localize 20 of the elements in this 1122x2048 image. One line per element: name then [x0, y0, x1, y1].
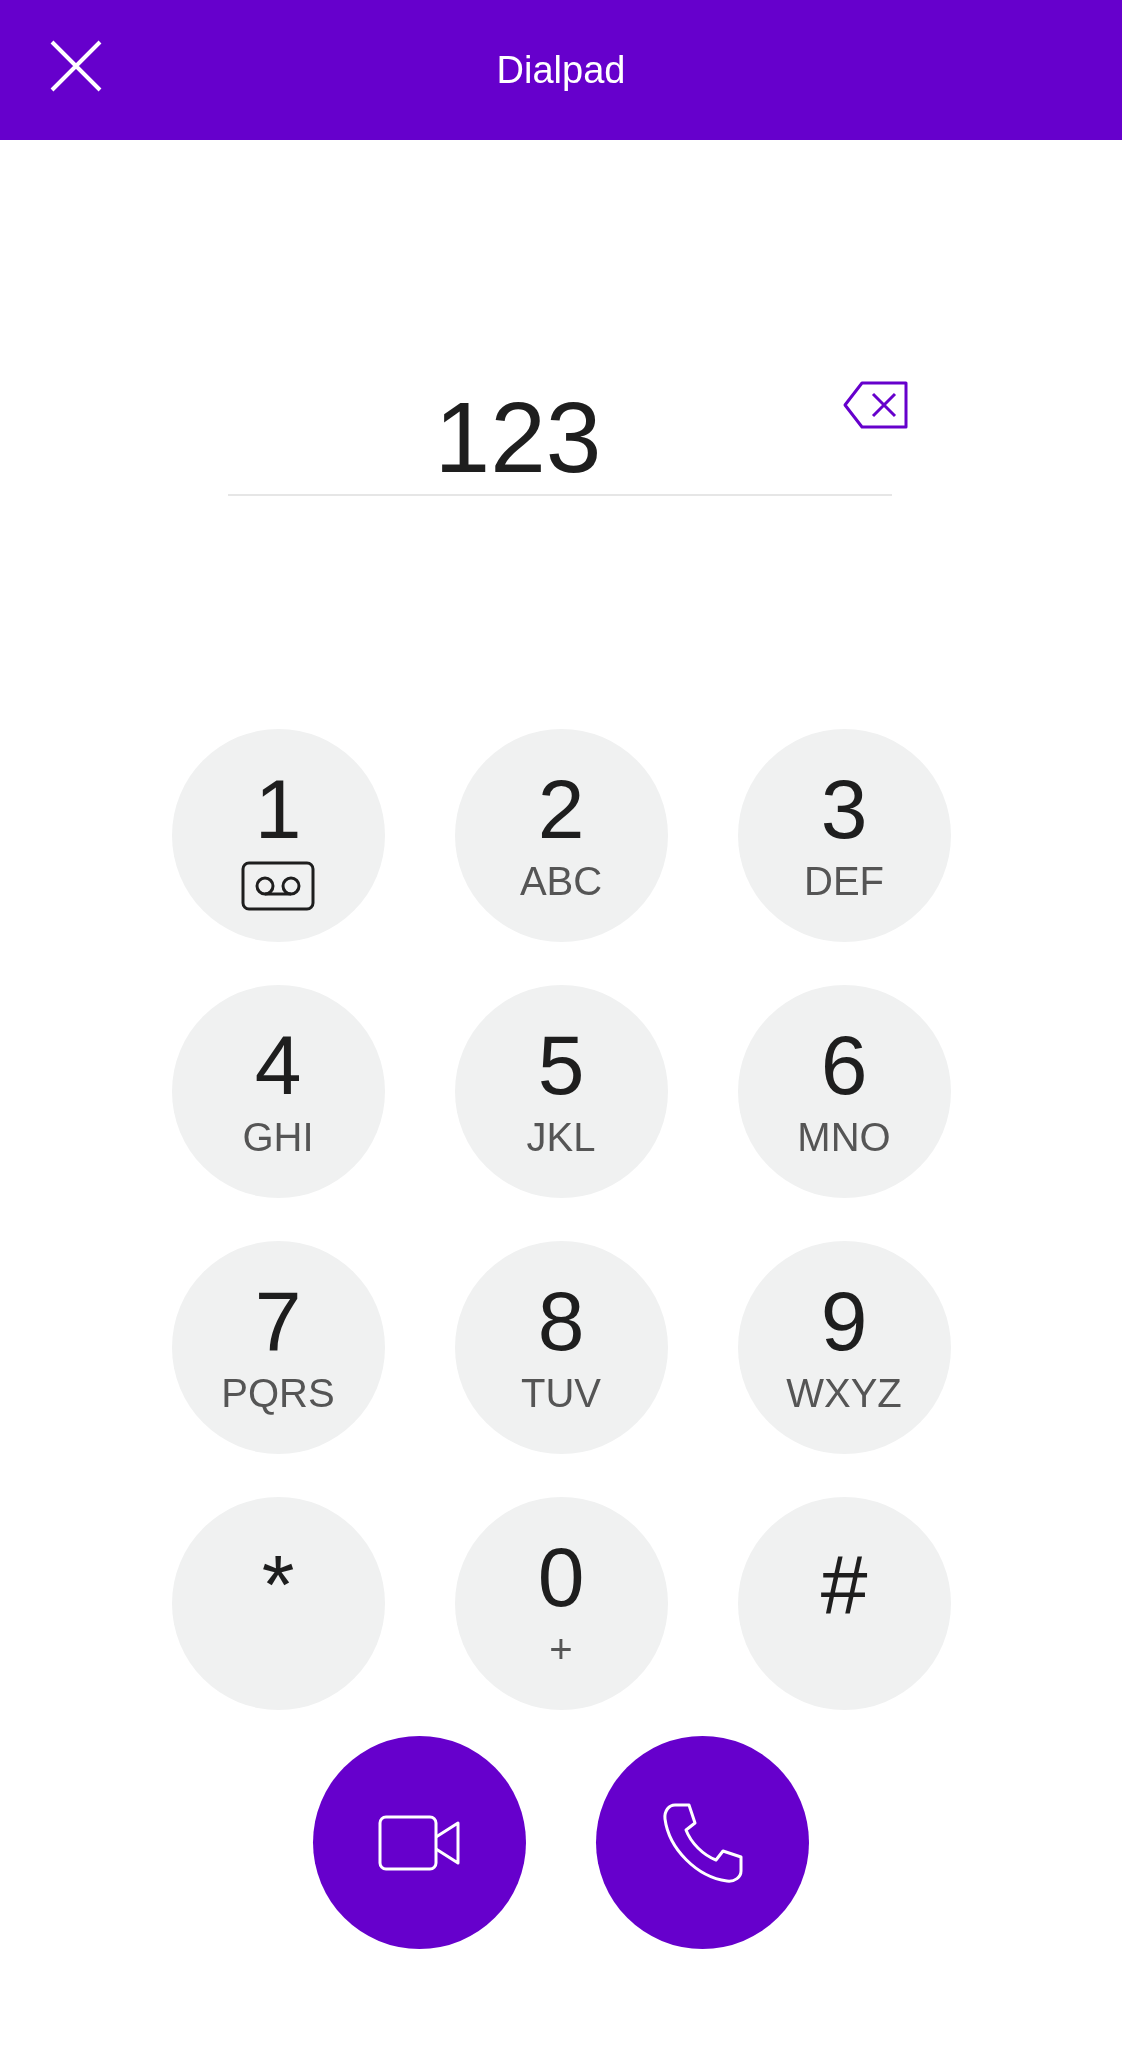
dial-key[interactable]: 2 ABC [454, 729, 668, 942]
video-camera-icon [377, 1814, 462, 1871]
dial-key[interactable]: 1 [171, 729, 385, 942]
backspace-icon [842, 380, 910, 430]
backspace-button[interactable] [842, 380, 910, 430]
close-button[interactable] [48, 38, 104, 94]
dial-key[interactable]: # [737, 1497, 951, 1710]
dial-key[interactable]: 9 WXYZ [737, 1241, 951, 1454]
dial-key[interactable]: 3 DEF [737, 729, 951, 942]
close-icon [48, 38, 104, 94]
dial-key[interactable]: 4 GHI [171, 985, 385, 1198]
dial-key[interactable]: 7 PQRS [171, 1241, 385, 1454]
dial-key[interactable]: 5 JKL [454, 985, 668, 1198]
dial-key[interactable]: 0 + [454, 1497, 668, 1710]
dial-key[interactable]: 6 MNO [737, 985, 951, 1198]
header-title: Dialpad [496, 47, 626, 93]
dial-key[interactable]: * [171, 1497, 385, 1710]
dial-key[interactable]: 8 TUV [454, 1241, 668, 1454]
number-field[interactable]: 123 [228, 380, 808, 495]
voicemail-icon [241, 861, 315, 911]
